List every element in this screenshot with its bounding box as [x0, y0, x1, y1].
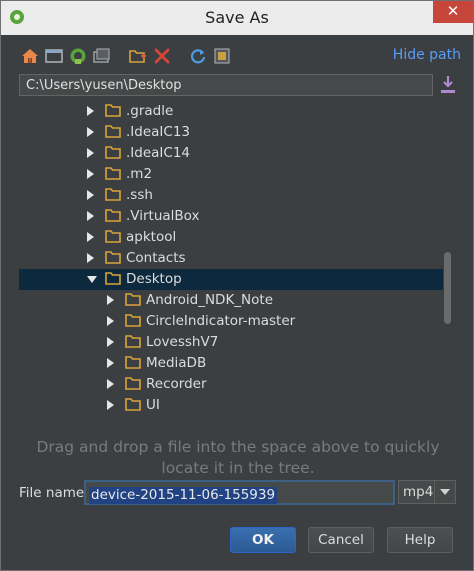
show-hidden-icon[interactable] — [213, 47, 231, 65]
home-icon[interactable] — [21, 47, 39, 65]
tree-row-label: MediaDB — [146, 355, 207, 371]
hint-line-2: locate it in the tree. — [161, 459, 315, 477]
tree-row[interactable]: .gradle — [19, 101, 443, 122]
folder-icon — [125, 314, 141, 327]
file-tree[interactable]: .gradle .IdeaIC13 .IdeaIC14 .m2 .ssh .Virtual… — [19, 99, 457, 417]
ok-button[interactable]: OK — [230, 527, 296, 553]
folder-icon — [105, 209, 121, 222]
tree-row[interactable]: .ssh — [19, 185, 443, 206]
tree-row-label: .IdeaIC13 — [126, 124, 191, 140]
chevron-right-icon[interactable] — [107, 379, 114, 389]
tree-scrollbar[interactable] — [444, 252, 451, 324]
save-as-dialog: Save As ✕ Hide path C:\Users\yusen\Deskt… — [0, 0, 474, 571]
help-button[interactable]: Help — [387, 527, 453, 553]
tree-row[interactable]: Desktop — [19, 269, 443, 290]
tree-row-label: .m2 — [126, 166, 153, 182]
chevron-right-icon[interactable] — [87, 190, 94, 200]
extension-select[interactable]: mp4 — [398, 480, 456, 504]
chevron-right-icon[interactable] — [107, 358, 114, 368]
tree-row[interactable]: CircleIndicator-master — [19, 311, 443, 332]
folder-icon — [105, 251, 121, 264]
extension-value: mp4 — [403, 484, 434, 500]
chevron-right-icon[interactable] — [87, 148, 94, 158]
refresh-icon[interactable] — [189, 47, 207, 65]
dialog-title: Save As — [205, 8, 269, 27]
tree-row[interactable]: WeChatBook — [19, 416, 443, 417]
tree-row-label: Recorder — [146, 376, 207, 392]
tree-row[interactable]: Recorder — [19, 374, 443, 395]
file-name-value: device-2015-11-06-155939 — [89, 487, 278, 504]
chevron-right-icon[interactable] — [87, 127, 94, 137]
file-name-label: File name: — [19, 485, 89, 501]
hint-line-1: Drag and drop a file into the space abov… — [36, 438, 440, 456]
close-button[interactable]: ✕ — [433, 1, 473, 23]
chevron-right-icon[interactable] — [87, 253, 94, 263]
chevron-right-icon[interactable] — [87, 169, 94, 179]
title-bar: Save As ✕ — [1, 1, 473, 35]
toolbar: Hide path — [21, 45, 461, 67]
chevron-right-icon[interactable] — [107, 400, 114, 410]
folder-icon — [125, 356, 141, 369]
chevron-right-icon[interactable] — [87, 232, 94, 242]
tree-row-label: .IdeaIC14 — [126, 145, 191, 161]
tree-row[interactable]: LovesshV7 — [19, 332, 443, 353]
new-folder-icon[interactable] — [129, 47, 147, 65]
tree-row-label: Android_NDK_Note — [146, 292, 273, 308]
folder-icon — [105, 272, 121, 285]
tree-row-label: LovesshV7 — [146, 334, 219, 350]
folder-icon — [105, 188, 121, 201]
chevron-down-icon[interactable] — [87, 276, 97, 283]
tree-row-label: UI — [146, 397, 160, 413]
folder-icon — [105, 167, 121, 180]
chevron-right-icon[interactable] — [107, 316, 114, 326]
tree-row-label: apktool — [126, 229, 177, 245]
tree-row[interactable]: apktool — [19, 227, 443, 248]
folder-icon — [125, 398, 141, 411]
chevron-right-icon[interactable] — [107, 295, 114, 305]
drag-drop-hint: Drag and drop a file into the space abov… — [19, 437, 457, 479]
tree-row[interactable]: .IdeaIC14 — [19, 143, 443, 164]
folder-icon — [125, 335, 141, 348]
android-icon[interactable] — [69, 47, 87, 65]
tree-row[interactable]: MediaDB — [19, 353, 443, 374]
cancel-button[interactable]: Cancel — [308, 527, 374, 553]
folder-icon — [105, 104, 121, 117]
tree-row-label: CircleIndicator-master — [146, 313, 296, 329]
tree-row[interactable]: Contacts — [19, 248, 443, 269]
folder-icon — [125, 377, 141, 390]
tree-row-label: .gradle — [126, 103, 174, 119]
chevron-right-icon[interactable] — [87, 211, 94, 221]
tree-row[interactable]: UI — [19, 395, 443, 416]
chevron-down-icon[interactable] — [434, 481, 455, 503]
folder-icon — [105, 125, 121, 138]
tree-row[interactable]: .IdeaIC13 — [19, 122, 443, 143]
download-path-icon[interactable] — [439, 75, 457, 95]
tree-row-label: Contacts — [126, 250, 186, 266]
chevron-right-icon[interactable] — [87, 106, 94, 116]
project-folder-icon[interactable] — [93, 47, 111, 65]
delete-icon[interactable] — [153, 47, 171, 65]
tree-row[interactable]: .VirtualBox — [19, 206, 443, 227]
hide-path-link[interactable]: Hide path — [393, 47, 461, 63]
desktop-icon[interactable] — [45, 47, 63, 65]
chevron-right-icon[interactable] — [107, 337, 114, 347]
tree-row-label: .ssh — [126, 187, 153, 203]
tree-row[interactable]: .m2 — [19, 164, 443, 185]
folder-icon — [105, 230, 121, 243]
tree-row[interactable]: Android_NDK_Note — [19, 290, 443, 311]
folder-icon — [105, 146, 121, 159]
folder-icon — [125, 293, 141, 306]
tree-row-label: Desktop — [126, 271, 182, 287]
tree-row-label: .VirtualBox — [126, 208, 200, 224]
file-name-input[interactable]: device-2015-11-06-155939 — [84, 480, 395, 505]
path-input[interactable]: C:\Users\yusen\Desktop — [19, 74, 433, 96]
